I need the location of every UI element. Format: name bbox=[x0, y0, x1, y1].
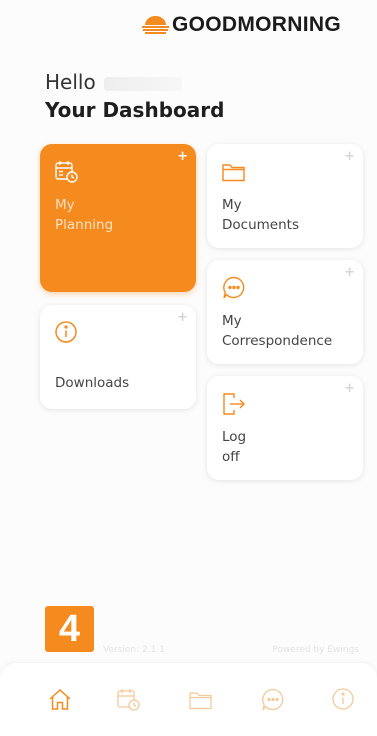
tile-log-off[interactable]: + Log off bbox=[207, 376, 363, 480]
app-badge: 4 bbox=[45, 606, 94, 652]
plus-icon: + bbox=[177, 310, 188, 325]
folder-icon bbox=[222, 164, 245, 182]
bottom-navigation bbox=[0, 663, 377, 736]
home-icon[interactable] bbox=[47, 687, 73, 713]
calendar-clock-icon bbox=[55, 161, 78, 183]
sun-logo-icon bbox=[142, 15, 169, 34]
tile-downloads[interactable]: + Downloads bbox=[40, 305, 196, 409]
tile-my-correspondence[interactable]: + My Correspondence bbox=[207, 260, 363, 364]
greeting-hello: Hello bbox=[45, 70, 96, 94]
tile-label: My Documents bbox=[222, 197, 299, 233]
tile-label: Downloads bbox=[55, 375, 130, 391]
plus-icon: + bbox=[344, 381, 355, 396]
version-text: Version: 2.1.1 bbox=[103, 645, 165, 655]
info-icon[interactable] bbox=[331, 687, 357, 713]
plus-icon: + bbox=[344, 149, 355, 164]
plus-icon: + bbox=[344, 265, 355, 280]
logout-icon bbox=[223, 393, 245, 415]
brand-name: GOODMORNING bbox=[172, 13, 341, 36]
tile-label: My Correspondence bbox=[222, 313, 333, 349]
calendar-clock-icon[interactable] bbox=[116, 687, 142, 713]
user-name-redacted bbox=[104, 76, 183, 91]
brand-logo: GOODMORNING bbox=[142, 13, 341, 37]
page-title: Your Dashboard bbox=[45, 98, 225, 122]
chat-bubble-icon bbox=[223, 276, 245, 299]
tile-label: My Planning bbox=[55, 197, 114, 233]
plus-icon: + bbox=[177, 149, 188, 164]
tile-label: Log off bbox=[222, 429, 247, 465]
powered-by-text: Powered by Ewings bbox=[272, 645, 359, 655]
info-icon bbox=[55, 321, 77, 343]
folder-icon[interactable] bbox=[188, 687, 214, 713]
chat-bubble-icon[interactable] bbox=[260, 687, 286, 713]
tile-my-planning[interactable]: + My Planning bbox=[40, 144, 196, 292]
tile-my-documents[interactable]: + My Documents bbox=[207, 144, 363, 248]
greeting: Hello bbox=[45, 70, 183, 94]
